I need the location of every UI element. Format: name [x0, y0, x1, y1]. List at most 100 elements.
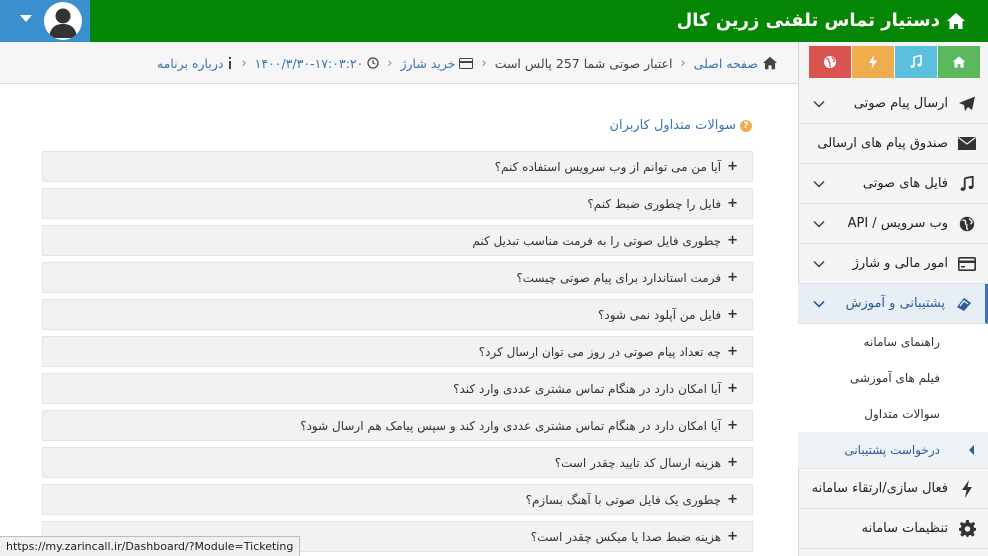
chevron-down-icon — [813, 100, 825, 108]
plus-icon: + — [727, 455, 738, 470]
submenu-item-label: درخواست پشتیبانی — [844, 443, 940, 457]
chevron-down-icon — [813, 180, 825, 188]
sidebar-item-webservice[interactable]: وب سرویس / API — [798, 204, 988, 244]
breadcrumb-datetime: ۱۴۰۰/۳/۳۰-۱۷:۰۳:۲۰ — [255, 56, 380, 71]
faq-question: فایل من آپلود نمی شود؟ — [598, 307, 722, 322]
chevron-left-icon: › — [680, 55, 686, 71]
sidebar-item-label: صندوق پیام های ارسالی — [817, 136, 948, 151]
faq-item[interactable]: + چطوری فایل صوتی را به فرمت مناسب تبدیل … — [42, 225, 753, 256]
sidebar-item-label: فعال سازی/ارتقاء سامانه — [811, 481, 948, 496]
breadcrumb: صفحه اصلی › اعتبار صوتی شما 257 پالس است… — [157, 42, 778, 84]
plus-icon: + — [727, 196, 738, 211]
breadcrumb-home-label: صفحه اصلی — [693, 55, 758, 71]
submenu-item-label: راهنمای سامانه — [863, 335, 940, 349]
shortcut-globe-button[interactable] — [809, 46, 851, 78]
plus-icon: + — [727, 159, 738, 174]
chevron-down-icon — [813, 300, 825, 308]
faq-item[interactable]: + چه تعداد پیام صوتی در روز می توان ارسال… — [42, 336, 753, 367]
sidebar-item-sent-box[interactable]: صندوق پیام های ارسالی — [798, 124, 988, 164]
faq-item[interactable]: + هزینه ارسال کد تایید چقدر است؟ — [42, 447, 753, 478]
faq-title-text: سوالات متداول کاربران — [609, 118, 736, 133]
faq-question: آیا من می توانم از وب سرویس استفاده کنم؟ — [494, 159, 722, 174]
faq-item[interactable]: + فایل من آپلود نمی شود؟ — [42, 299, 753, 330]
gear-icon — [956, 518, 978, 540]
submenu-item-guide[interactable]: راهنمای سامانه — [798, 324, 988, 360]
bolt-icon — [869, 55, 877, 69]
user-menu[interactable] — [0, 0, 90, 42]
faq-question: هزینه ارسال کد تایید چقدر است؟ — [554, 455, 722, 470]
shortcut-home-button[interactable] — [938, 46, 980, 78]
shortcut-bolt-button[interactable] — [852, 46, 894, 78]
datetime-text: ۱۴۰۰/۳/۳۰-۱۷:۰۳:۲۰ — [254, 55, 364, 71]
home-icon — [952, 56, 966, 68]
bolt-icon — [956, 478, 978, 500]
clock-icon — [367, 57, 379, 69]
sidebar-item-label: پشتیبانی و آموزش — [845, 296, 945, 311]
sidebar-item-send-voice[interactable]: ارسال پیام صوتی — [798, 84, 988, 124]
breadcrumb-home[interactable]: صفحه اصلی — [694, 56, 778, 71]
breadcrumb-bar: صفحه اصلی › اعتبار صوتی شما 257 پالس است… — [0, 42, 798, 84]
about-link[interactable]: درباره برنامه — [157, 56, 234, 71]
faq-question: فایل را چطوری ضبط کنم؟ — [587, 196, 722, 211]
sidebar-item-settings[interactable]: تنظیمات سامانه — [798, 509, 988, 549]
faq-question: آیا امکان دارد در هنگام تماس مشتری عددی … — [300, 418, 722, 433]
caret-down-icon — [20, 15, 32, 22]
plus-icon: + — [727, 307, 738, 322]
main-content: ? سوالات متداول کاربران + آیا من می توانم… — [0, 84, 798, 556]
submenu-item-faq[interactable]: سوالات متداول — [798, 396, 988, 432]
plus-icon: + — [727, 381, 738, 396]
plus-icon: + — [727, 492, 738, 507]
faq-list: + آیا من می توانم از وب سرویس استفاده کنم… — [42, 151, 753, 556]
chevron-down-icon — [813, 220, 825, 228]
faq-item[interactable]: + فرمت استاندارد برای پیام صوتی چیست؟ — [42, 262, 753, 293]
globe-icon — [824, 56, 836, 68]
plus-icon: + — [727, 344, 738, 359]
faq-item[interactable]: + چطوری یک فایل صوتی با آهنگ بسازم؟ — [42, 484, 753, 515]
home-icon — [947, 13, 965, 29]
plus-icon: + — [727, 529, 738, 544]
support-submenu: راهنمای سامانه فیلم های آموزشی سوالات مت… — [798, 324, 988, 469]
avatar — [44, 2, 82, 40]
buy-charge-label: خرید شارژ — [400, 55, 456, 71]
chevron-down-icon — [813, 260, 825, 268]
sidebar-item-voice-files[interactable]: فایل های صوتی — [798, 164, 988, 204]
question-circle-icon: ? — [740, 119, 752, 132]
about-label: درباره برنامه — [156, 55, 224, 71]
sidebar-item-label: امور مالی و شارژ — [852, 256, 948, 271]
sidebar-item-activation[interactable]: فعال سازی/ارتقاء سامانه — [798, 469, 988, 509]
faq-heading: ? سوالات متداول کاربران — [609, 118, 752, 133]
plus-icon: + — [727, 418, 738, 433]
globe-icon — [956, 213, 978, 235]
sidebar-menu: ارسال پیام صوتی صندوق پیام های ارسالی فا… — [798, 84, 988, 549]
faq-item[interactable]: + آیا امکان دارد در هنگام تماس مشتری عددی… — [42, 373, 753, 404]
info-icon — [229, 57, 232, 69]
sidebar-item-support[interactable]: پشتیبانی و آموزش — [798, 284, 988, 324]
top-header: دستیار تماس تلفنی زرین کال — [0, 0, 988, 42]
faq-item[interactable]: + آیا امکان دارد در هنگام تماس مشتری عددی… — [42, 410, 753, 441]
submenu-item-support-request[interactable]: درخواست پشتیبانی — [798, 432, 988, 468]
credit-card-icon — [459, 57, 474, 69]
sidebar-item-finance[interactable]: امور مالی و شارژ — [798, 244, 988, 284]
faq-question: هزینه ضبط صدا یا میکس چقدر است؟ — [530, 529, 722, 544]
faq-question: فرمت استاندارد برای پیام صوتی چیست؟ — [516, 270, 722, 285]
home-icon — [763, 56, 777, 70]
paper-plane-icon — [956, 93, 978, 115]
submenu-item-label: سوالات متداول — [864, 407, 940, 421]
faq-item[interactable]: + فایل را چطوری ضبط کنم؟ — [42, 188, 753, 219]
faq-question: چطوری یک فایل صوتی با آهنگ بسازم؟ — [525, 492, 722, 507]
buy-charge-link[interactable]: خرید شارژ — [400, 55, 474, 71]
caret-left-icon — [969, 445, 974, 455]
app-title-text: دستیار تماس تلفنی زرین کال — [676, 10, 940, 31]
sidebar-item-label: تنظیمات سامانه — [861, 521, 948, 536]
balance-text: اعتبار صوتی شما 257 پالس است — [494, 55, 673, 71]
breadcrumb-balance: اعتبار صوتی شما 257 پالس است — [495, 56, 673, 71]
music-icon — [956, 173, 978, 195]
app-title[interactable]: دستیار تماس تلفنی زرین کال — [677, 0, 966, 42]
shortcut-music-button[interactable] — [895, 46, 937, 78]
faq-question: چطوری فایل صوتی را به فرمت مناسب تبدیل ک… — [472, 233, 722, 248]
status-bar-url: https://my.zarincall.ir/Dashboard/?Modul… — [0, 536, 301, 556]
credit-card-icon — [956, 253, 978, 275]
submenu-item-videos[interactable]: فیلم های آموزشی — [798, 360, 988, 396]
faq-item[interactable]: + آیا من می توانم از وب سرویس استفاده کنم… — [42, 151, 753, 182]
sidebar: ارسال پیام صوتی صندوق پیام های ارسالی فا… — [798, 42, 988, 556]
